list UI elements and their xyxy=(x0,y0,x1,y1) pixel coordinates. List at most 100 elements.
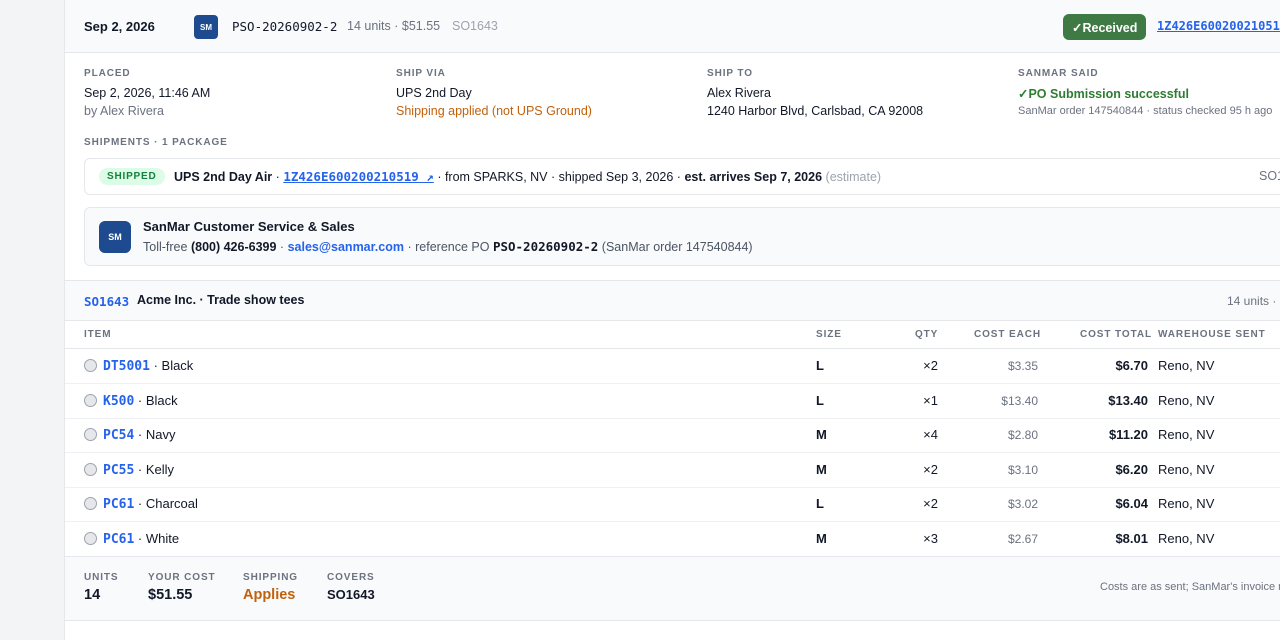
size-cell: M xyxy=(816,461,827,477)
placed-datetime: Sep 2, 2026, 11:46 AM xyxy=(84,86,211,100)
po-summary: 14 units · $51.55 xyxy=(347,19,441,33)
summary-shipping: SHIPPING Applies xyxy=(243,572,298,603)
warehouse-cell: Reno, NV xyxy=(1158,358,1215,373)
cost-each-cell: $3.10 xyxy=(1007,462,1038,477)
cost-total-cell: $6.70 xyxy=(1115,358,1148,373)
table-row[interactable]: PC61 · Charcoal L ×2 $3.02 $6.04 Reno, NV xyxy=(65,487,1280,523)
item-color: · White xyxy=(134,531,180,546)
ship-to-name: Alex Rivera xyxy=(707,86,771,100)
summary-cost-label: YOUR COST xyxy=(148,572,216,583)
summary-cost: YOUR COST $51.55 xyxy=(148,572,216,603)
item-sku-link[interactable]: DT5001 xyxy=(103,359,150,374)
item-cell: PC55 · Kelly xyxy=(103,462,174,478)
vendor-phone[interactable]: (800) 426-6399 xyxy=(191,240,276,254)
ship-via-method: UPS 2nd Day xyxy=(396,86,472,100)
cost-total-cell: $6.20 xyxy=(1115,461,1148,477)
row-select-radio[interactable] xyxy=(84,462,97,476)
col-cost-total: COST TOTAL xyxy=(1080,329,1152,340)
row-select-radio[interactable] xyxy=(84,359,97,372)
qty-cell: ×2 xyxy=(923,358,938,373)
item-cell: K500 · Black xyxy=(103,393,178,409)
item-cell: PC61 · Charcoal xyxy=(103,496,198,512)
qty-cell: ×2 xyxy=(923,461,938,477)
table-row[interactable]: DT5001 · Black L ×2 $3.35 $6.70 Reno, NV xyxy=(65,349,1280,384)
ship-via-info: SHIP VIA UPS 2nd Day Shipping applied (n… xyxy=(396,68,592,118)
item-sku-link[interactable]: PC55 xyxy=(103,463,134,478)
item-cell: DT5001 · Black xyxy=(103,358,193,374)
table-header: ITEM SIZE QTY COST EACH COST TOTAL WAREH… xyxy=(65,321,1280,349)
po-totals-summary: UNITS 14 YOUR COST $51.55 SHIPPING Appli… xyxy=(65,556,1280,620)
size-cell: L xyxy=(816,496,824,512)
cost-each-cell: $2.80 xyxy=(1007,428,1038,443)
summary-covers-label: COVERS xyxy=(327,572,375,583)
reference-po-label: · reference PO xyxy=(407,240,490,254)
summary-units: UNITS 14 xyxy=(84,572,119,603)
table-row[interactable]: PC54 · Navy M ×4 $2.80 $11.20 Reno, NV xyxy=(65,418,1280,454)
sales-order-bar: SO1643 Acme Inc. · Trade show tees 14 un… xyxy=(65,280,1280,321)
table-row[interactable]: PC61 · White M ×3 $2.67 $8.01 Reno, NV xyxy=(65,522,1280,557)
cost-total-cell: $6.04 xyxy=(1115,496,1148,512)
shipment-tracking-link[interactable]: 1Z426E600200210519 ↗ xyxy=(283,169,434,184)
item-sku-link[interactable]: PC61 xyxy=(103,497,134,512)
summary-cost-value: $51.55 xyxy=(148,587,193,603)
sales-order-link[interactable]: SO1643 xyxy=(84,294,129,309)
cost-total-cell: $8.01 xyxy=(1115,531,1148,546)
po-header[interactable]: Sep 2, 2026 SM PSO-20260902-2 14 units ·… xyxy=(65,0,1280,53)
sanmar-order-status: SanMar order 147540844 · status checked … xyxy=(1018,105,1273,117)
qty-cell: ×2 xyxy=(923,496,938,512)
summary-covers: COVERS SO1643 xyxy=(327,572,375,602)
cost-each-cell: $3.35 xyxy=(1007,359,1038,373)
vendor-email-link[interactable]: sales@sanmar.com xyxy=(288,240,404,254)
cost-total-cell: $11.20 xyxy=(1108,427,1148,443)
size-cell: M xyxy=(816,427,827,443)
row-select-radio[interactable] xyxy=(84,393,97,407)
item-color: · Black xyxy=(149,358,194,373)
size-cell: M xyxy=(816,531,827,546)
header-tracking-link[interactable]: 1Z426E600200210519 xyxy=(1157,19,1280,33)
item-sku-link[interactable]: PC54 xyxy=(103,428,134,443)
col-qty: QTY xyxy=(915,329,939,340)
item-color: · Navy xyxy=(134,427,176,443)
sanmar-said-label: SANMAR SAID xyxy=(1018,68,1099,79)
summary-units-value: 14 xyxy=(84,587,101,603)
ship-to-address: 1240 Harbor Blvd, Carlsbad, CA 92008 xyxy=(707,104,924,118)
row-select-radio[interactable] xyxy=(84,532,97,545)
reference-po-number: PSO-20260902-2 xyxy=(492,239,599,254)
shipment-method: UPS 2nd Day Air xyxy=(174,170,273,184)
shipments-heading: SHIPMENTS · 1 PACKAGE xyxy=(84,137,228,148)
vendor-contact-title: SanMar Customer Service & Sales xyxy=(143,219,355,234)
warehouse-cell: Reno, NV xyxy=(1158,461,1215,477)
row-select-radio[interactable] xyxy=(84,497,97,511)
qty-cell: ×4 xyxy=(923,427,938,443)
vendor-logo-badge: SM xyxy=(194,15,218,39)
qty-cell: ×1 xyxy=(923,392,938,408)
vendor-contact-details: Toll-free (800) 426-6399 · sales@sanmar.… xyxy=(143,239,753,254)
cost-each-cell: $13.40 xyxy=(1001,393,1038,408)
item-sku-link[interactable]: K500 xyxy=(103,394,134,409)
sales-order-title: Acme Inc. · Trade show tees xyxy=(137,293,305,307)
item-sku-link[interactable]: PC61 xyxy=(103,532,134,547)
table-row[interactable]: PC55 · Kelly M ×2 $3.10 $6.20 Reno, NV xyxy=(65,453,1280,488)
placed-label: PLACED xyxy=(84,68,131,79)
shipment-estimate-note: (estimate) xyxy=(825,170,882,184)
shipment-details: UPS 2nd Day Air · 1Z426E600200210519 ↗ ·… xyxy=(174,169,882,184)
vendor-order-ref: (SanMar order 147540844) xyxy=(601,240,753,254)
table-row[interactable]: K500 · Black L ×1 $13.40 $13.40 Reno, NV xyxy=(65,384,1280,419)
item-cell: PC61 · White xyxy=(103,531,179,547)
received-status-button[interactable]: ✓Received xyxy=(1063,14,1147,40)
sanmar-said-info: SANMAR SAID ✓PO Submission successful Sa… xyxy=(1018,68,1272,117)
col-warehouse: WAREHOUSE SENT xyxy=(1158,329,1266,340)
cost-each-cell: $2.67 xyxy=(1007,532,1038,546)
col-item: ITEM xyxy=(84,329,112,340)
next-order-card xyxy=(64,620,1280,640)
col-size: SIZE xyxy=(816,329,842,340)
summary-shipping-label: SHIPPING xyxy=(243,572,298,583)
placed-info: PLACED Sep 2, 2026, 11:46 AM by Alex Riv… xyxy=(84,68,210,118)
tollfree-label: Toll-free xyxy=(143,240,188,254)
item-color: · Charcoal xyxy=(134,496,198,512)
size-cell: L xyxy=(816,358,824,373)
warehouse-cell: Reno, NV xyxy=(1158,531,1215,546)
placed-by: by Alex Rivera xyxy=(84,104,164,118)
warehouse-cell: Reno, NV xyxy=(1158,427,1215,443)
row-select-radio[interactable] xyxy=(84,428,97,442)
